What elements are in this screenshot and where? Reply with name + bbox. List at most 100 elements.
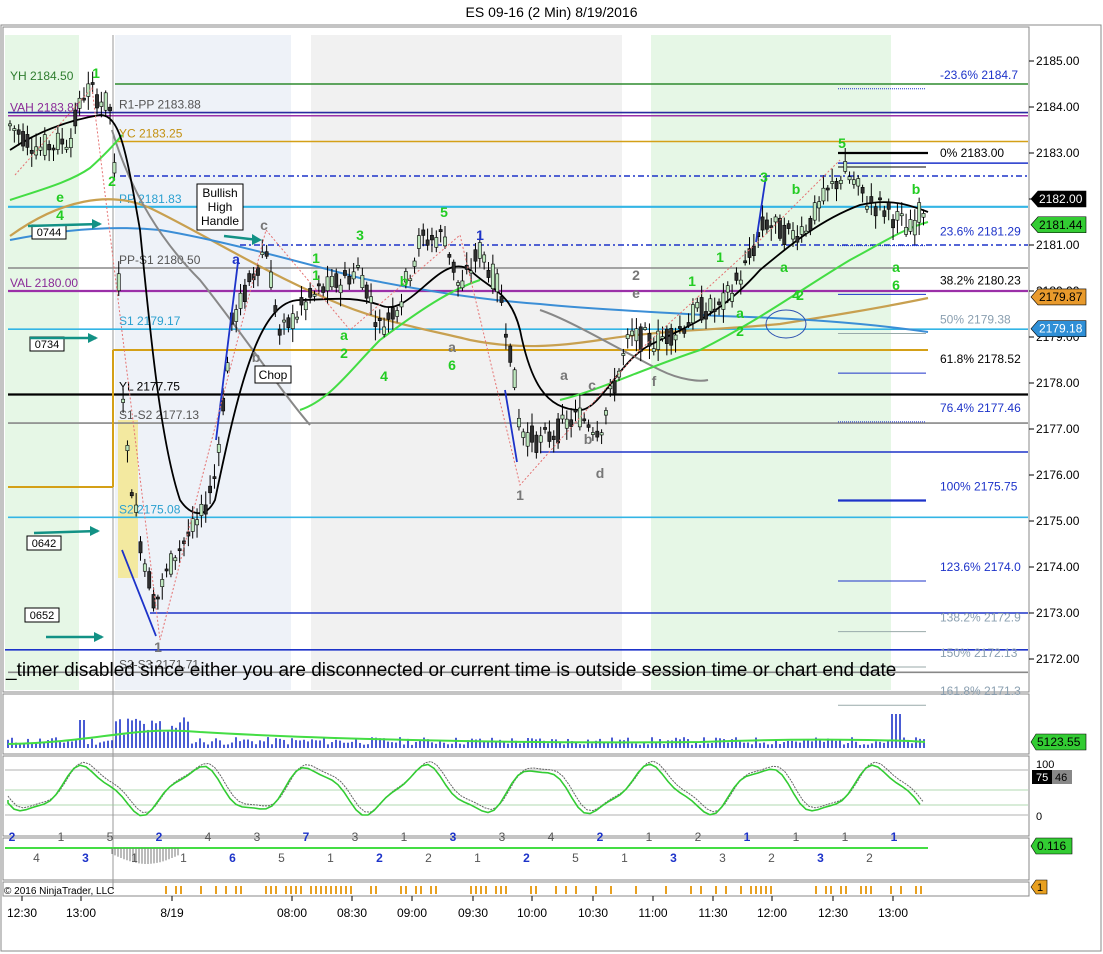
signal-tick (375, 886, 377, 894)
candle-body (373, 322, 378, 327)
candle-body (369, 296, 373, 304)
y-tick-label: 2174.00 (1036, 560, 1080, 574)
osc-label: 1 (131, 851, 138, 865)
signal-tick (740, 886, 742, 894)
wave-label: b (252, 349, 261, 365)
candle-body (303, 301, 308, 311)
annotation-line: Handle (201, 214, 239, 228)
signal-tick (180, 886, 182, 894)
candle-body (447, 254, 452, 258)
candle-body (843, 161, 848, 172)
candle-body (512, 369, 517, 388)
candle-body (12, 128, 17, 131)
candle-body (260, 251, 265, 255)
bottom-marker-label: 1 (1037, 882, 1043, 894)
signal-tick (690, 886, 692, 894)
osc-label: 3 (82, 851, 89, 865)
candle-body (808, 218, 813, 231)
candle-body (156, 596, 160, 600)
osc-label: 1 (646, 830, 653, 844)
candle-body (312, 294, 317, 297)
x-tick-label: 12:30 (7, 906, 37, 920)
candle-body (865, 205, 869, 210)
x-tick-label: 12:30 (818, 906, 848, 920)
candle-body (60, 138, 65, 145)
candle-body (142, 563, 147, 572)
candle-body (416, 235, 421, 249)
osc-label: 2 (9, 830, 16, 844)
candle-body (847, 176, 852, 181)
candle-body (8, 123, 12, 127)
candle-body (534, 434, 539, 453)
candle-body (360, 275, 365, 288)
candle-body (751, 245, 756, 256)
signal-tick (870, 886, 872, 894)
signal-tick (370, 886, 372, 894)
signal-tick (770, 886, 772, 894)
level-label: S1-S2 2177.13 (119, 408, 199, 422)
osc-label: 2 (866, 851, 873, 865)
price-marker-label: 2182.00 (1039, 192, 1083, 206)
candle-body (329, 276, 334, 288)
signal-tick (830, 886, 832, 894)
signal-tick (555, 886, 557, 894)
candle-body (764, 219, 769, 230)
osc-label: 5 (278, 851, 285, 865)
candle-body (573, 409, 578, 413)
fib-label: 138.2% 2172.9 (940, 611, 1021, 625)
candle-body (264, 251, 269, 257)
osc-label: 1 (744, 830, 751, 844)
candle-body (290, 313, 295, 329)
candle-body (216, 444, 221, 453)
wave-label: b (400, 273, 409, 289)
candle-body (469, 270, 474, 274)
candle-body (238, 292, 243, 309)
signal-tick (725, 886, 727, 894)
signal-tick (270, 886, 272, 894)
candle-body (899, 213, 904, 217)
wave-label: a (736, 305, 744, 321)
y-tick-label: 2175.00 (1036, 514, 1080, 528)
bottom-panel-frame (2, 881, 1030, 897)
candle-body (321, 286, 326, 293)
annotation-bullish-high-handle: Bullish High Handle (196, 183, 244, 231)
candle-body (560, 414, 565, 420)
signal-tick (265, 886, 267, 894)
candle-body (434, 237, 439, 248)
candle-body (851, 179, 856, 185)
wave-label: f (652, 373, 657, 389)
candle-body (551, 435, 556, 440)
oscillator-panel: 2 4 1 3 5 1 2 1 4 6 3 5 7 1 3 2 1 2 3 1 3 2 4 5 2 1 1 3 2 3 1 2 1 3 1 2 1 0.1… (5, 830, 1073, 865)
wave-label: b (584, 431, 593, 447)
signal-tick (535, 886, 537, 894)
candle-body (456, 282, 460, 286)
candle-body (664, 328, 669, 344)
x-tick-label: 11:30 (698, 906, 727, 920)
signal-tick (765, 886, 767, 894)
x-tick-label: 10:30 (578, 906, 608, 920)
candle-body (708, 298, 713, 312)
candle-body (860, 187, 865, 194)
y-tick-label: 2178.00 (1036, 376, 1080, 390)
signal-tick (840, 886, 842, 894)
candle-body (134, 504, 139, 513)
x-tick-label: 08:00 (277, 906, 307, 920)
candle-body (390, 307, 395, 320)
wave-label: 1 (154, 639, 162, 655)
candle-body (882, 210, 887, 217)
signal-tick (335, 886, 337, 894)
osc-label: 3 (670, 851, 677, 865)
signal-tick (890, 886, 892, 894)
candle-body (721, 292, 726, 310)
candle-body (169, 553, 173, 575)
candle-body (873, 206, 878, 217)
osc-label: 5 (107, 830, 114, 844)
signal-tick (320, 886, 322, 894)
candle-body (129, 492, 134, 497)
candle-body (164, 568, 169, 572)
session-band (118, 420, 138, 578)
wave-label: e (56, 189, 64, 205)
candle-body (16, 129, 21, 135)
candle-body (917, 202, 922, 223)
candle-body (495, 273, 500, 293)
